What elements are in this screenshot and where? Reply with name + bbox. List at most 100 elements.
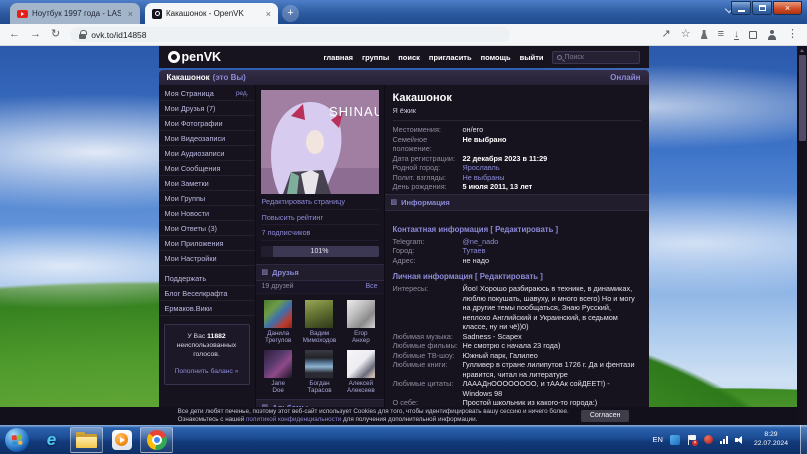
language-indicator[interactable]: EN (653, 435, 663, 444)
nav-invite[interactable]: пригласить (429, 53, 472, 62)
friend-avatar[interactable] (305, 300, 333, 328)
sidebar-item-videos[interactable]: Мои Видеозаписи (159, 131, 255, 146)
sidebar-item-apps[interactable]: Мои Приложения (159, 236, 255, 251)
telegram-link[interactable]: @ne_nado (463, 237, 641, 247)
personal-edit-link[interactable]: [ Редактировать ] (475, 272, 543, 281)
downloads-icon[interactable]: ↓ (734, 30, 739, 40)
sidebar: Моя Страницаред. Мои Друзья (7) Мои Фото… (159, 85, 255, 425)
sidebar-item-wiki[interactable]: Ермаков.Вики (159, 301, 255, 316)
sidebar-item-news[interactable]: Мои Новости (159, 206, 255, 221)
taskbar-clock[interactable]: 8:29 22.07.2024 (749, 431, 793, 448)
sidebar-item-replies[interactable]: Мои Ответы (3) (159, 221, 255, 236)
page-scrollbar[interactable] (797, 46, 807, 425)
profile-avatar-icon[interactable] (767, 30, 777, 40)
friend-avatar[interactable] (347, 350, 375, 378)
subscribers-link[interactable]: 7 подписчиков (261, 225, 379, 241)
personal-row: Любимые ТВ-шоу:Южный парк, Галилео (393, 351, 641, 361)
friend-avatar[interactable] (347, 300, 375, 328)
profile-avatar-image[interactable]: SHINAU (261, 90, 379, 194)
nav-home[interactable]: главная (323, 53, 353, 62)
taskbar-wmp-button[interactable] (105, 427, 138, 453)
action-center-flag-icon[interactable]: × (687, 435, 697, 445)
address-bar[interactable]: ovk.to/id14858 (70, 27, 510, 42)
taskbar-ie-button[interactable]: e (35, 427, 68, 453)
clock-date: 22.07.2024 (754, 440, 788, 449)
boost-rating-link[interactable]: Повысить рейтинг (261, 210, 379, 226)
edit-page-link[interactable]: Редактировать страницу (261, 194, 379, 210)
tab-title: Какашонок - OpenVK (166, 9, 259, 18)
tab-close-icon[interactable]: × (263, 9, 271, 19)
menu-kebab-icon[interactable]: ⋮ (787, 29, 798, 40)
friend-avatar[interactable] (305, 350, 333, 378)
friends-all-link[interactable]: Все (365, 283, 377, 290)
friend-card[interactable]: ЕгорАнхер (341, 300, 380, 345)
sidebar-item-friends[interactable]: Мои Друзья (7) (159, 101, 255, 116)
reload-icon[interactable]: ↻ (51, 29, 60, 40)
sidebar-item-notes[interactable]: Мои Заметки (159, 176, 255, 191)
scrollbar-thumb[interactable] (799, 55, 806, 141)
tray-app-icon[interactable] (670, 435, 680, 445)
friend-card[interactable]: ВадимМимоходов (300, 300, 339, 345)
city-link[interactable]: Тутаев (463, 246, 641, 256)
profile-topbar-you[interactable]: (это Вы) (213, 73, 246, 82)
network-icon[interactable] (720, 436, 728, 444)
rating-value: 101% (261, 246, 379, 257)
sidebar-item-donate[interactable]: Поддержать (159, 271, 255, 286)
taskbar: e EN × 8:29 22.07.2024 (0, 425, 807, 454)
close-button[interactable]: × (773, 1, 802, 15)
taskbar-explorer-button[interactable] (70, 427, 103, 453)
profile-row: Полит. взгляды:Не выбраны (393, 173, 641, 183)
friend-avatar[interactable] (264, 300, 292, 328)
sidebar-item-groups[interactable]: Мои Группы (159, 191, 255, 206)
sidebar-item-audios[interactable]: Мои Аудиозаписи (159, 146, 255, 161)
tab-openvk[interactable]: Какашонок - OpenVK × (145, 3, 278, 24)
friend-card[interactable]: ДанилаТрегулов (259, 300, 298, 345)
online-status: Онлайн (610, 73, 640, 82)
reading-list-icon[interactable]: ≡ (718, 29, 724, 40)
start-button[interactable] (5, 428, 29, 452)
sidebar-item-settings[interactable]: Мои Настройки (159, 251, 255, 266)
friend-card[interactable]: АлексейАлексеев (341, 350, 380, 395)
show-desktop-button[interactable] (800, 425, 807, 454)
taskbar-chrome-button[interactable] (140, 427, 173, 453)
maximize-button[interactable] (752, 1, 772, 15)
friend-avatar[interactable] (264, 350, 292, 378)
contact-edit-link[interactable]: [ Редактировать ] (490, 225, 558, 234)
bookmark-star-icon[interactable]: ☆ (681, 29, 691, 40)
forward-icon[interactable]: → (30, 29, 41, 40)
openvk-logo[interactable]: penVK (168, 50, 222, 64)
sidebar-item-blog[interactable]: Блог Веселкрафта (159, 286, 255, 301)
edit-link[interactable]: ред. (236, 90, 249, 97)
extension-flask-icon[interactable] (701, 30, 708, 39)
friend-card[interactable]: БогданТарасов (300, 350, 339, 395)
friend-card[interactable]: JaneDoe (259, 350, 298, 395)
site-search-box[interactable] (552, 51, 640, 64)
privacy-policy-link[interactable]: политикой конфиденциальности (246, 416, 341, 423)
nav-help[interactable]: помощь (481, 53, 511, 62)
cookie-accept-button[interactable]: Согласен (581, 410, 630, 422)
minimize-button[interactable] (731, 1, 751, 15)
new-tab-button[interactable]: + (282, 5, 299, 22)
search-input[interactable] (565, 54, 635, 61)
share-icon[interactable]: ↗ (661, 29, 670, 40)
tab-youtube[interactable]: Ноутбук 1997 года - LASER RET × (10, 3, 140, 24)
toolbar-actions: ↗ ☆ ≡ ↓ ⋮ (661, 29, 798, 40)
side-panel-icon[interactable] (749, 31, 757, 39)
window-titlebar: Ноутбук 1997 года - LASER RET × Какашоно… (0, 0, 807, 24)
nav-groups[interactable]: группы (362, 53, 389, 62)
openvk-favicon-icon (152, 9, 162, 19)
scrollbar-up-icon[interactable] (797, 46, 807, 54)
nav-logout[interactable]: выйти (520, 53, 544, 62)
sidebar-item-messages[interactable]: Мои Сообщения (159, 161, 255, 176)
tray-security-icon[interactable] (704, 435, 713, 444)
topup-balance-link[interactable]: Пополнить баланс » (169, 367, 245, 376)
hometown-link[interactable]: Ярославль (463, 163, 641, 173)
sidebar-item-my-page[interactable]: Моя Страницаред. (159, 86, 255, 101)
tab-close-icon[interactable]: × (125, 9, 133, 19)
sidebar-item-photos[interactable]: Мои Фотографии (159, 116, 255, 131)
back-icon[interactable]: ← (9, 29, 20, 40)
politics-link[interactable]: Не выбраны (463, 173, 641, 183)
lock-icon (79, 34, 86, 39)
nav-search[interactable]: поиск (398, 53, 420, 62)
volume-icon[interactable] (735, 436, 742, 444)
